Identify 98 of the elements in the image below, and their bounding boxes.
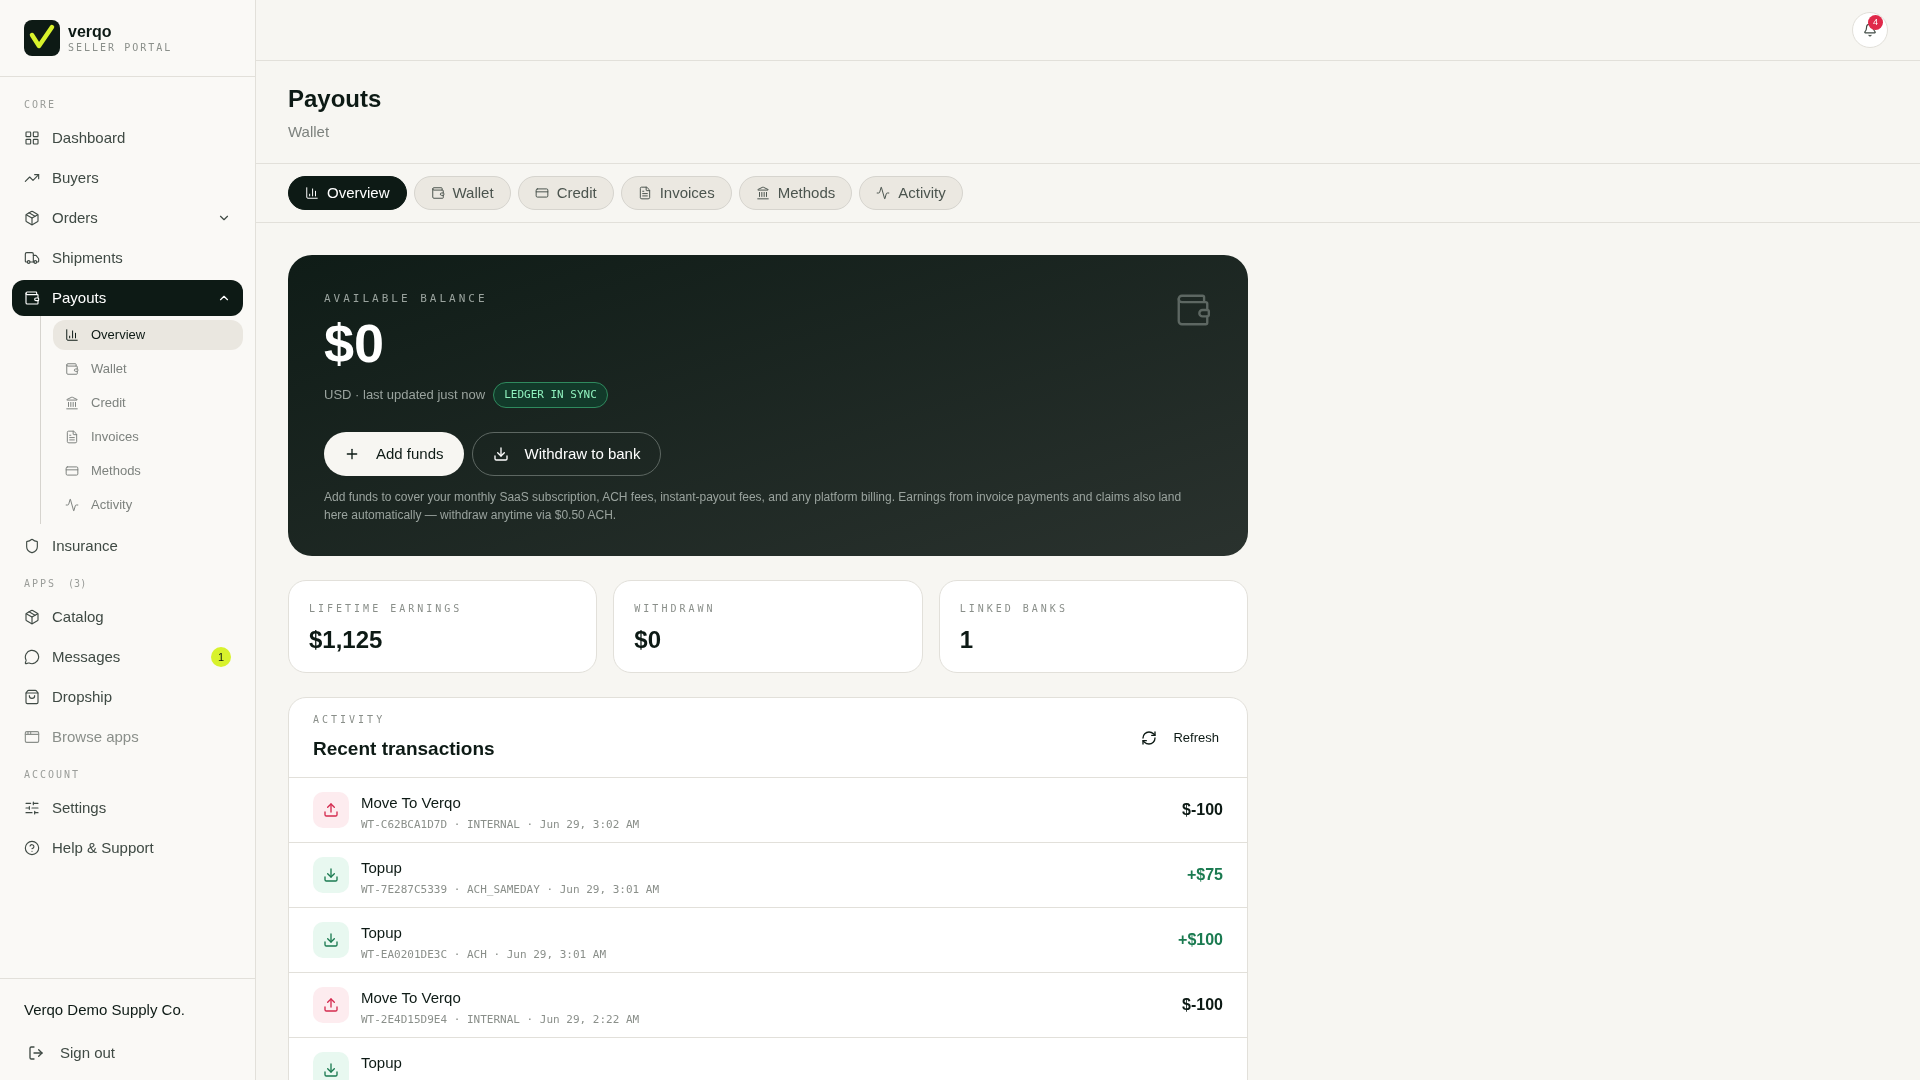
transaction-meta: WT-C62BCA1D7D · INTERNAL · Jun 29, 3:02 AM bbox=[361, 816, 641, 833]
section-heading: APPS bbox=[24, 577, 57, 591]
wallet-icon bbox=[65, 362, 79, 376]
pulse-icon bbox=[65, 498, 79, 512]
card-icon bbox=[534, 186, 549, 200]
upload-icon bbox=[313, 792, 349, 828]
brand-name: verqo bbox=[68, 21, 113, 42]
tab[interactable]: Credit bbox=[517, 176, 614, 210]
refresh-icon bbox=[1141, 729, 1158, 746]
tab[interactable]: Wallet bbox=[413, 176, 511, 210]
nav-item[interactable]: Payouts bbox=[12, 280, 243, 316]
chat-icon bbox=[24, 649, 40, 665]
count-badge: 1 bbox=[211, 647, 231, 667]
sign-out-button[interactable]: Sign out bbox=[24, 1041, 231, 1064]
activity-eyebrow: ACTIVITY bbox=[313, 712, 387, 727]
download-icon bbox=[313, 922, 349, 958]
bank-icon bbox=[755, 186, 770, 200]
transaction-amount: $-100 bbox=[1182, 800, 1223, 820]
bag-icon bbox=[24, 689, 40, 705]
stat-value: 1 bbox=[959, 628, 974, 652]
sliders-icon bbox=[24, 800, 40, 816]
truck-icon bbox=[24, 250, 40, 266]
notification-badge: 4 bbox=[1868, 15, 1883, 30]
subnav-item[interactable]: Invoices bbox=[53, 422, 243, 452]
download-icon bbox=[313, 857, 349, 893]
bar-chart-icon bbox=[65, 328, 79, 342]
tab[interactable]: Activity bbox=[859, 176, 963, 210]
upload-icon bbox=[313, 987, 349, 1023]
brand-tagline: SELLER PORTAL bbox=[68, 41, 173, 55]
tab[interactable]: Methods bbox=[738, 176, 853, 210]
subnav-item[interactable]: Wallet bbox=[53, 354, 243, 384]
bell-icon bbox=[1863, 23, 1877, 37]
notification-button[interactable]: 4 bbox=[1852, 12, 1888, 48]
refresh-button[interactable]: Refresh bbox=[1141, 727, 1223, 748]
help-icon bbox=[24, 840, 40, 856]
transaction-amount: +$100 bbox=[1178, 930, 1223, 950]
tab[interactable]: Invoices bbox=[620, 176, 732, 210]
wallet-icon bbox=[430, 186, 445, 200]
bar-chart-icon bbox=[305, 186, 319, 200]
nav-item[interactable]: Dropship bbox=[12, 679, 243, 715]
box-icon bbox=[24, 210, 40, 226]
shield-icon bbox=[24, 538, 40, 554]
download-icon bbox=[313, 1052, 349, 1080]
stat-label: LINKED BANKS bbox=[959, 602, 1069, 616]
company-name: Verqo Demo Supply Co. bbox=[24, 1000, 186, 1020]
box-icon bbox=[24, 609, 40, 625]
nav-item[interactable]: Messages 1 bbox=[12, 639, 243, 675]
balance-amount: $0 bbox=[324, 315, 386, 370]
download-icon bbox=[492, 446, 509, 462]
dashboard-icon bbox=[24, 130, 40, 146]
transaction-title: Topup bbox=[361, 858, 403, 878]
bank-icon bbox=[65, 396, 79, 410]
nav-item[interactable]: Shipments bbox=[12, 240, 243, 276]
nav-item[interactable]: Settings bbox=[12, 790, 243, 826]
subnav-item[interactable]: Credit bbox=[53, 388, 243, 418]
document-icon bbox=[65, 430, 79, 444]
nav-item[interactable]: Buyers bbox=[12, 160, 243, 196]
sign-out-icon bbox=[28, 1044, 44, 1061]
card-icon bbox=[65, 464, 79, 478]
balance-meta: USD · last updated just now bbox=[324, 386, 486, 404]
transaction-title: Move To Verqo bbox=[361, 793, 462, 813]
section-count: (3) bbox=[68, 577, 87, 591]
stat-value: $1,125 bbox=[309, 628, 384, 652]
balance-label: AVAILABLE BALANCE bbox=[324, 291, 489, 307]
status-badge: LEDGER IN SYNC bbox=[493, 381, 608, 408]
activity-title: Recent transactions bbox=[313, 736, 495, 761]
document-icon bbox=[637, 186, 652, 200]
pulse-icon bbox=[876, 186, 891, 200]
nav-item[interactable]: Orders bbox=[12, 200, 243, 236]
transaction-title: Topup bbox=[361, 923, 403, 943]
nav-item[interactable]: Help & Support bbox=[12, 830, 243, 866]
transaction-meta: WT-2E4D15D9E4 · INTERNAL · Jun 29, 2:22 AM bbox=[361, 1011, 641, 1028]
stat-label: WITHDRAWN bbox=[634, 602, 717, 616]
transaction-meta: WT-7E287C5339 · ACH_SAMEDAY · Jun 29, 3:01 AM bbox=[361, 881, 660, 898]
add-funds-button[interactable]: Add funds bbox=[324, 432, 464, 476]
nav-item[interactable]: Catalog bbox=[12, 599, 243, 635]
page-title: Payouts bbox=[288, 83, 383, 114]
nav-item[interactable]: Insurance bbox=[12, 528, 243, 564]
nav-item[interactable]: Dashboard bbox=[12, 120, 243, 156]
balance-note: Add funds to cover your monthly SaaS subscription, ACH fees, instant-payout fees, and any platform billing. Earnings from invoice payments and claims also land here automatically — withdraw anytime via $0.50 ACH. bbox=[324, 489, 1183, 524]
subnav-item[interactable]: Methods bbox=[53, 456, 243, 486]
transaction-title: Topup bbox=[361, 1053, 403, 1073]
page-subtitle: Wallet bbox=[288, 121, 331, 142]
plus-icon bbox=[344, 446, 360, 462]
wallet-icon bbox=[24, 290, 40, 306]
window-icon bbox=[24, 729, 40, 745]
tab[interactable]: Overview bbox=[288, 176, 407, 210]
stat-label: LIFETIME EARNINGS bbox=[309, 602, 464, 616]
transaction-meta: WT-EA0201DE3C · ACH · Jun 29, 3:01 AM bbox=[361, 946, 608, 963]
logo-icon bbox=[24, 20, 60, 56]
subnav-item[interactable]: Overview bbox=[53, 320, 243, 350]
subnav-item[interactable]: Activity bbox=[53, 490, 243, 520]
section-heading: ACCOUNT bbox=[24, 768, 81, 782]
transaction-title: Move To Verqo bbox=[361, 988, 462, 1008]
transaction-amount: +$75 bbox=[1186, 865, 1223, 885]
stat-value: $0 bbox=[634, 628, 663, 652]
section-heading: CORE bbox=[24, 98, 57, 112]
transaction-amount: $-100 bbox=[1182, 995, 1223, 1015]
